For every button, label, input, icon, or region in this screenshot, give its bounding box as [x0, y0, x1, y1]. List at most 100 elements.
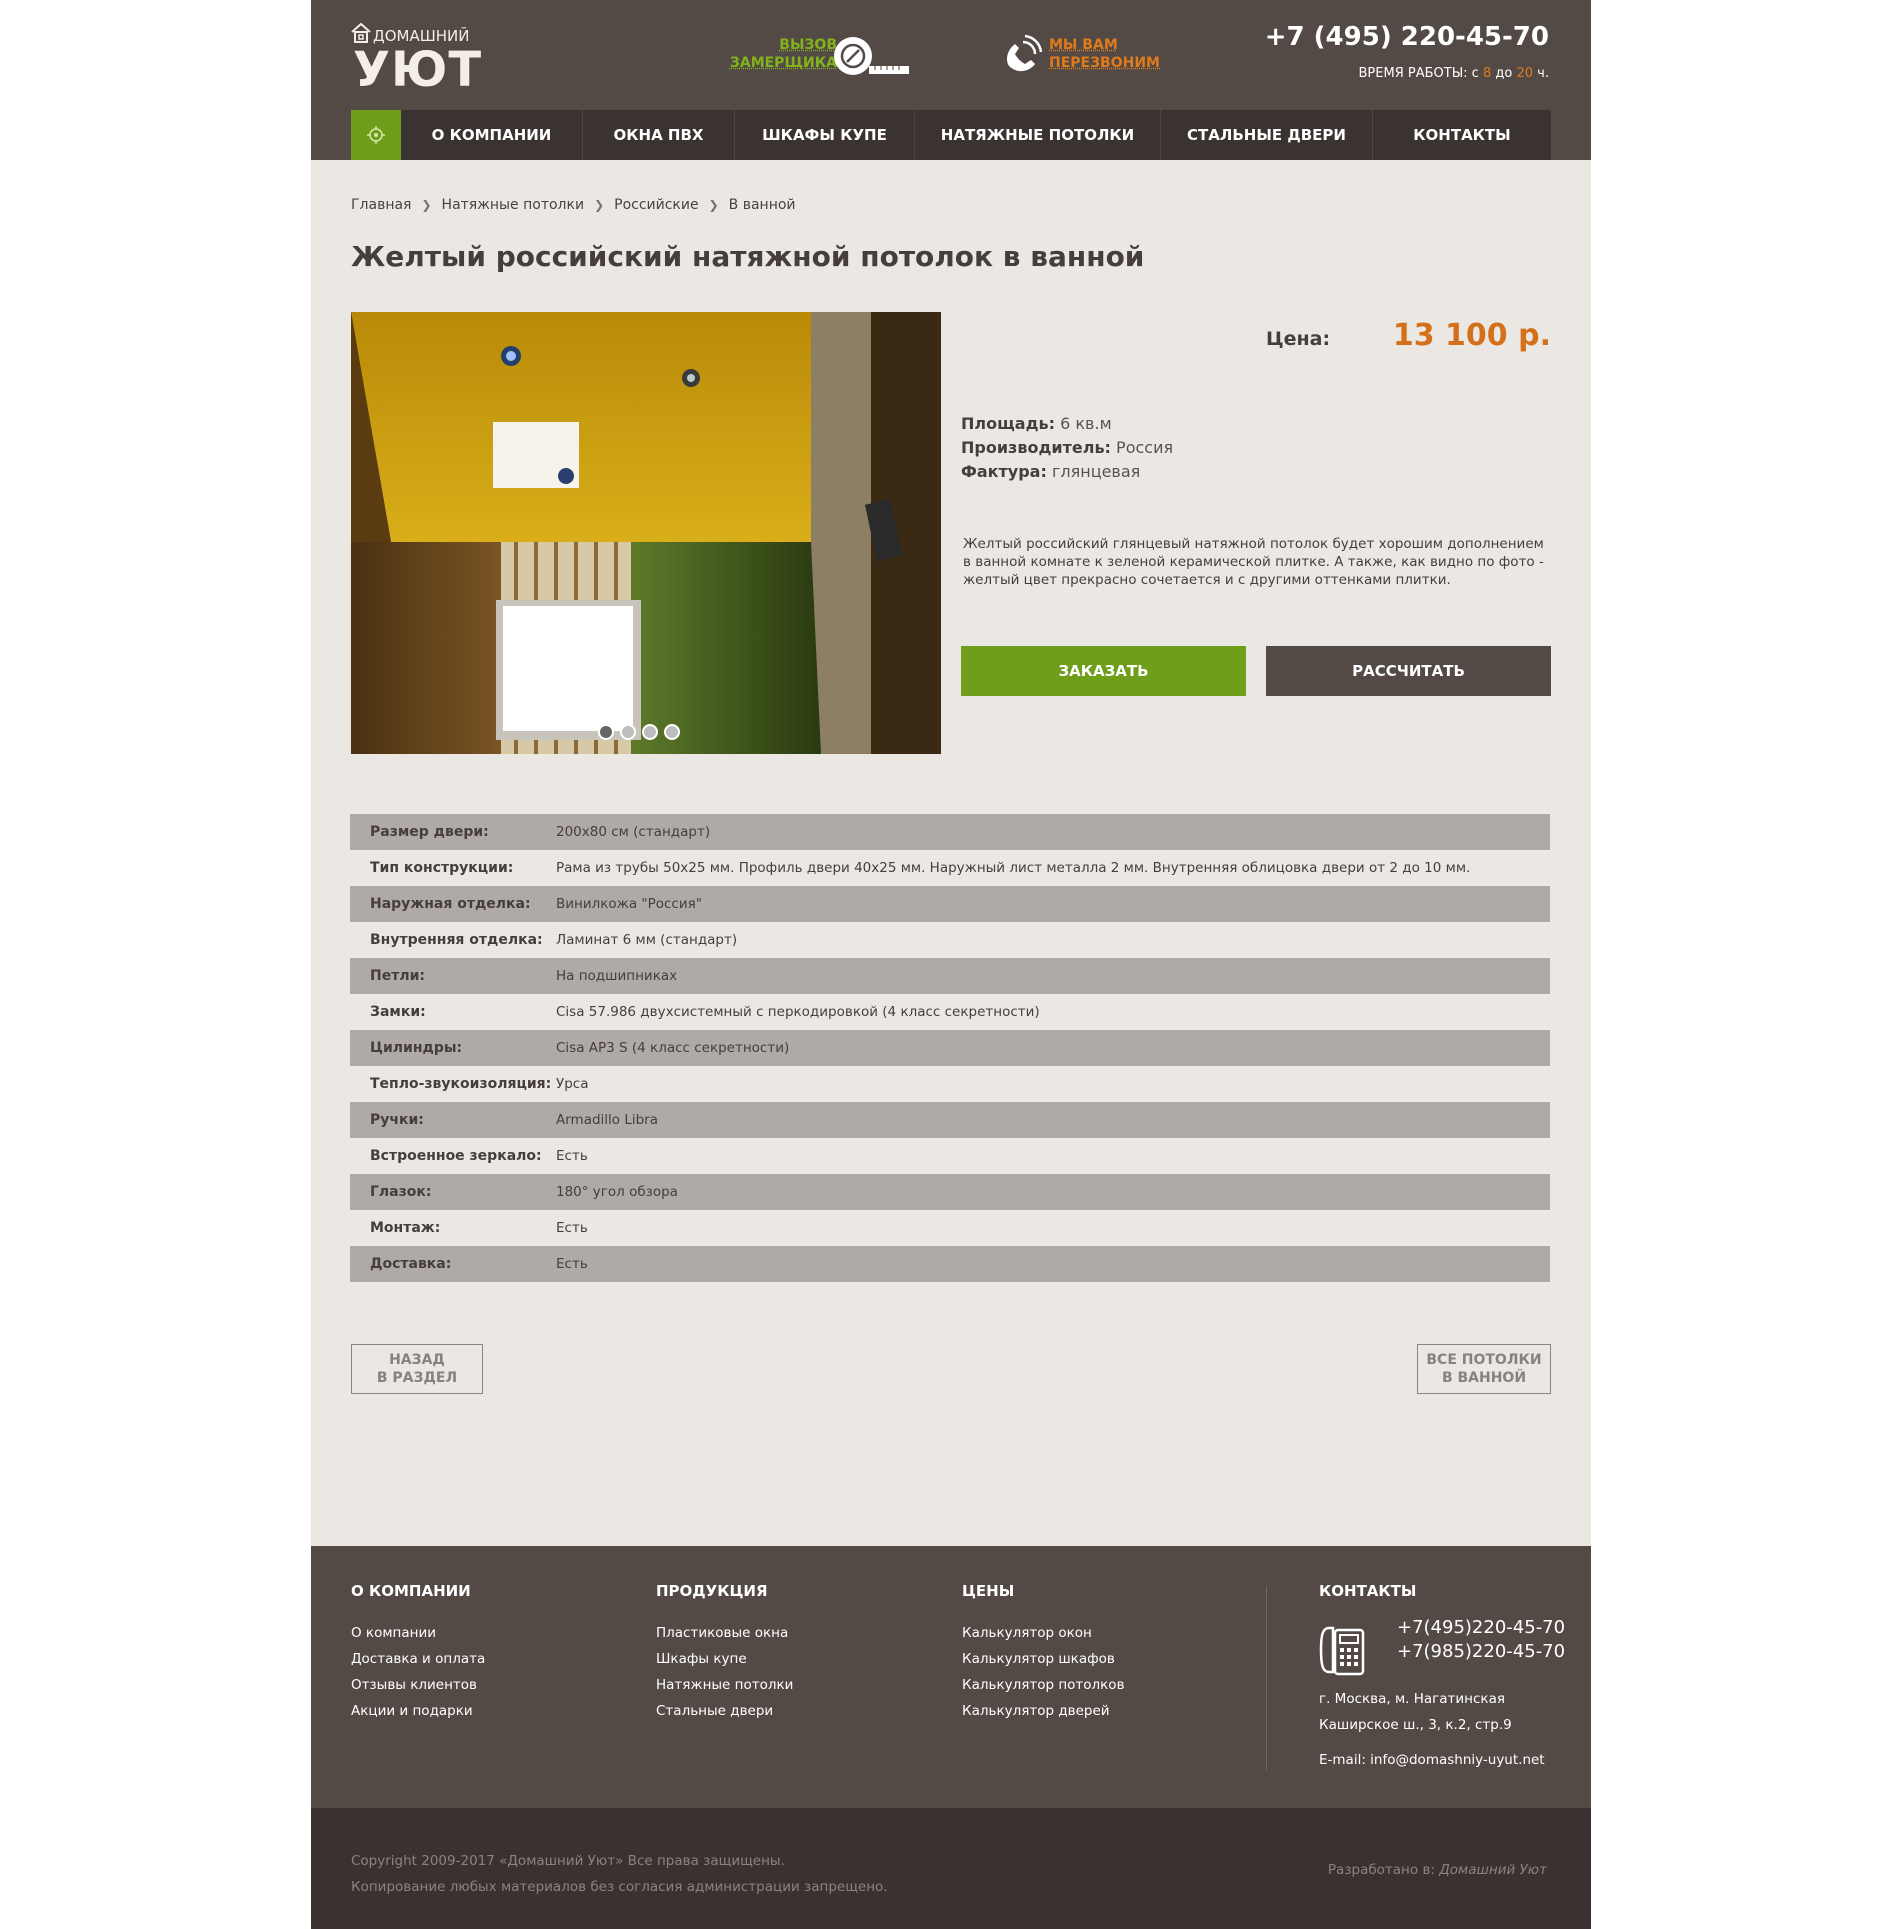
- table-row: Тип конструкции: Рама из трубы 50х25 мм. …: [350, 850, 1550, 886]
- row-key: Внутренняя отделка:: [370, 932, 543, 948]
- product-photo-slider[interactable]: [351, 312, 941, 754]
- footer-phone[interactable]: +7(985)220-45-70: [1397, 1640, 1565, 1664]
- row-key: Замки:: [370, 1004, 426, 1020]
- row-key: Наружная отделка:: [370, 896, 531, 912]
- table-row: Глазок: 180° угол обзора: [350, 1174, 1550, 1210]
- home-target-icon: [367, 126, 385, 144]
- nav-item-windows[interactable]: ОКНА ПВХ: [583, 110, 735, 160]
- back-line2: В РАЗДЕЛ: [376, 1370, 458, 1386]
- phone-handset-icon[interactable]: [1001, 32, 1045, 76]
- spec-area: Площадь: 6 кв.м: [961, 412, 1173, 436]
- copyright-line: Копирование любых материалов без согласи…: [351, 1879, 888, 1895]
- row-value: Ламинат 6 мм (стандарт): [556, 932, 738, 948]
- footer-link[interactable]: Шкафы купе: [656, 1646, 793, 1672]
- row-key: Встроенное зеркало:: [370, 1148, 542, 1164]
- slider-dot[interactable]: [642, 724, 658, 740]
- nav-item-contacts[interactable]: КОНТАКТЫ: [1373, 110, 1551, 160]
- footer-divider: [1266, 1586, 1267, 1770]
- measure-line1: ВЫЗОВ: [779, 37, 837, 53]
- specs-table: Размер двери: 200х80 см (стандарт) Тип ко…: [350, 814, 1550, 1282]
- all-line2: В ВАННОЙ: [1441, 1370, 1527, 1386]
- table-row: Монтаж: Есть: [350, 1210, 1550, 1246]
- footer-link[interactable]: Натяжные потолки: [656, 1672, 793, 1698]
- spec-area-value: 6 кв.м: [1060, 414, 1112, 433]
- footer-col-title: О КОМПАНИИ: [351, 1582, 471, 1600]
- slider-dot[interactable]: [664, 724, 680, 740]
- main-nav: О КОМПАНИИ ОКНА ПВХ ШКАФЫ КУПЕ НАТЯЖНЫЕ …: [351, 110, 1551, 160]
- logo[interactable]: ДОМАШНИЙ УЮТ: [351, 22, 481, 98]
- dev-name[interactable]: Домашний Уют: [1439, 1862, 1547, 1878]
- call-measurer-link[interactable]: ВЫЗОВ ЗАМЕРЩИКА: [727, 36, 837, 72]
- row-key: Ручки:: [370, 1112, 424, 1128]
- table-row: Цилиндры: Cisa AP3 S (4 класс секретности…: [350, 1030, 1550, 1066]
- chevron-right-icon: ❯: [594, 198, 605, 212]
- row-value: Винилкожа "Россия": [556, 896, 702, 912]
- order-button[interactable]: ЗАКАЗАТЬ: [961, 646, 1246, 696]
- table-row: Размер двери: 200х80 см (стандарт): [350, 814, 1550, 850]
- footer-link[interactable]: Калькулятор дверей: [962, 1698, 1125, 1724]
- row-value: Есть: [556, 1256, 588, 1272]
- back-to-section-button[interactable]: НАЗАД В РАЗДЕЛ: [351, 1344, 483, 1394]
- callback-line1: МЫ ВАМ: [1049, 37, 1118, 53]
- breadcrumb-item[interactable]: Российские: [614, 197, 698, 213]
- row-value: 200х80 см (стандарт): [556, 824, 711, 840]
- footer-link[interactable]: Калькулятор потолков: [962, 1672, 1125, 1698]
- nav-item-doors[interactable]: СТАЛЬНЫЕ ДВЕРИ: [1161, 110, 1373, 160]
- footer-phone[interactable]: +7(495)220-45-70: [1397, 1616, 1565, 1640]
- nav-item-ceilings[interactable]: НАТЯЖНЫЕ ПОТОЛКИ: [915, 110, 1161, 160]
- header-phone[interactable]: +7 (495) 220-45-70: [1265, 22, 1549, 52]
- footer-link[interactable]: Стальные двери: [656, 1698, 793, 1724]
- spec-maker-label: Производитель:: [961, 438, 1111, 457]
- footer-email: E-mail: info@domashniy-uyut.net: [1319, 1752, 1545, 1768]
- row-key: Тепло-звукоизоляция:: [370, 1076, 552, 1092]
- footer-address: г. Москва, м. Нагатинская Каширское ш., …: [1319, 1686, 1512, 1738]
- row-key: Размер двери:: [370, 824, 489, 840]
- row-value: На подшипниках: [556, 968, 678, 984]
- table-row: Тепло-звукоизоляция: Урса: [350, 1066, 1550, 1102]
- breadcrumb-item[interactable]: Натяжные потолки: [442, 197, 585, 213]
- chevron-right-icon: ❯: [708, 198, 719, 212]
- row-key: Монтаж:: [370, 1220, 441, 1236]
- hours-mid: до: [1495, 66, 1513, 81]
- all-bathroom-ceilings-button[interactable]: ВСЕ ПОТОЛКИ В ВАННОЙ: [1417, 1344, 1551, 1394]
- footer-col-company: О КОМПАНИИ О компании Доставка и оплата …: [351, 1582, 485, 1724]
- footer-link[interactable]: Доставка и оплата: [351, 1646, 485, 1672]
- footer-col-products: ПРОДУКЦИЯ Пластиковые окна Шкафы купе На…: [656, 1582, 793, 1724]
- developer-credit: Разработано в: Домашний Уют: [1328, 1862, 1547, 1878]
- callback-link[interactable]: МЫ ВАМ ПЕРЕЗВОНИМ: [1049, 36, 1160, 72]
- nav-item-company[interactable]: О КОМПАНИИ: [401, 110, 583, 160]
- footer-col-title: КОНТАКТЫ: [1319, 1582, 1417, 1600]
- row-key: Петли:: [370, 968, 425, 984]
- spec-texture-value: глянцевая: [1051, 462, 1141, 481]
- footer-link[interactable]: Калькулятор окон: [962, 1620, 1125, 1646]
- nav-home-button[interactable]: [351, 110, 401, 160]
- hours-prefix: ВРЕМЯ РАБОТЫ: с: [1358, 66, 1479, 81]
- nav-item-wardrobes[interactable]: ШКАФЫ КУПЕ: [735, 110, 915, 160]
- bathroom-ceiling-photo: [351, 312, 941, 754]
- measure-line2: ЗАМЕРЩИКА: [729, 55, 837, 71]
- calculate-button[interactable]: РАССЧИТАТЬ: [1266, 646, 1551, 696]
- spec-texture: Фактура: глянцевая: [961, 460, 1173, 484]
- price-label: Цена:: [1266, 328, 1331, 350]
- table-row: Петли: На подшипниках: [350, 958, 1550, 994]
- row-key: Доставка:: [370, 1256, 452, 1272]
- slider-dot[interactable]: [598, 724, 614, 740]
- header: ДОМАШНИЙ УЮТ ВЫЗОВ ЗАМЕРЩИКА МЫ ВАМ ПЕРЕ…: [311, 0, 1591, 160]
- footer-link[interactable]: Пластиковые окна: [656, 1620, 793, 1646]
- row-value: 180° угол обзора: [556, 1184, 678, 1200]
- row-value: Armadillo Libra: [556, 1112, 659, 1128]
- footer-link[interactable]: Отзывы клиентов: [351, 1672, 485, 1698]
- page-title: Желтый российский натяжной потолок в ван…: [351, 240, 1145, 273]
- footer-link[interactable]: Акции и подарки: [351, 1698, 485, 1724]
- working-hours: ВРЕМЯ РАБОТЫ: с 8 до 20 ч.: [1359, 66, 1549, 81]
- product-specs: Площадь: 6 кв.м Производитель: Россия Фа…: [961, 412, 1173, 484]
- footer-link[interactable]: О компании: [351, 1620, 485, 1646]
- footer-link[interactable]: Калькулятор шкафов: [962, 1646, 1125, 1672]
- tape-measure-icon[interactable]: [831, 32, 911, 80]
- email-link[interactable]: info@domashniy-uyut.net: [1370, 1752, 1544, 1768]
- footer-col-title: ЦЕНЫ: [962, 1582, 1015, 1600]
- house-icon: [351, 22, 371, 43]
- breadcrumb-item[interactable]: Главная: [351, 197, 411, 213]
- slider-dot[interactable]: [620, 724, 636, 740]
- footer-contacts: КОНТАКТЫ +7(495)220-45-70 +7(985)220-45-…: [1319, 1582, 1565, 1768]
